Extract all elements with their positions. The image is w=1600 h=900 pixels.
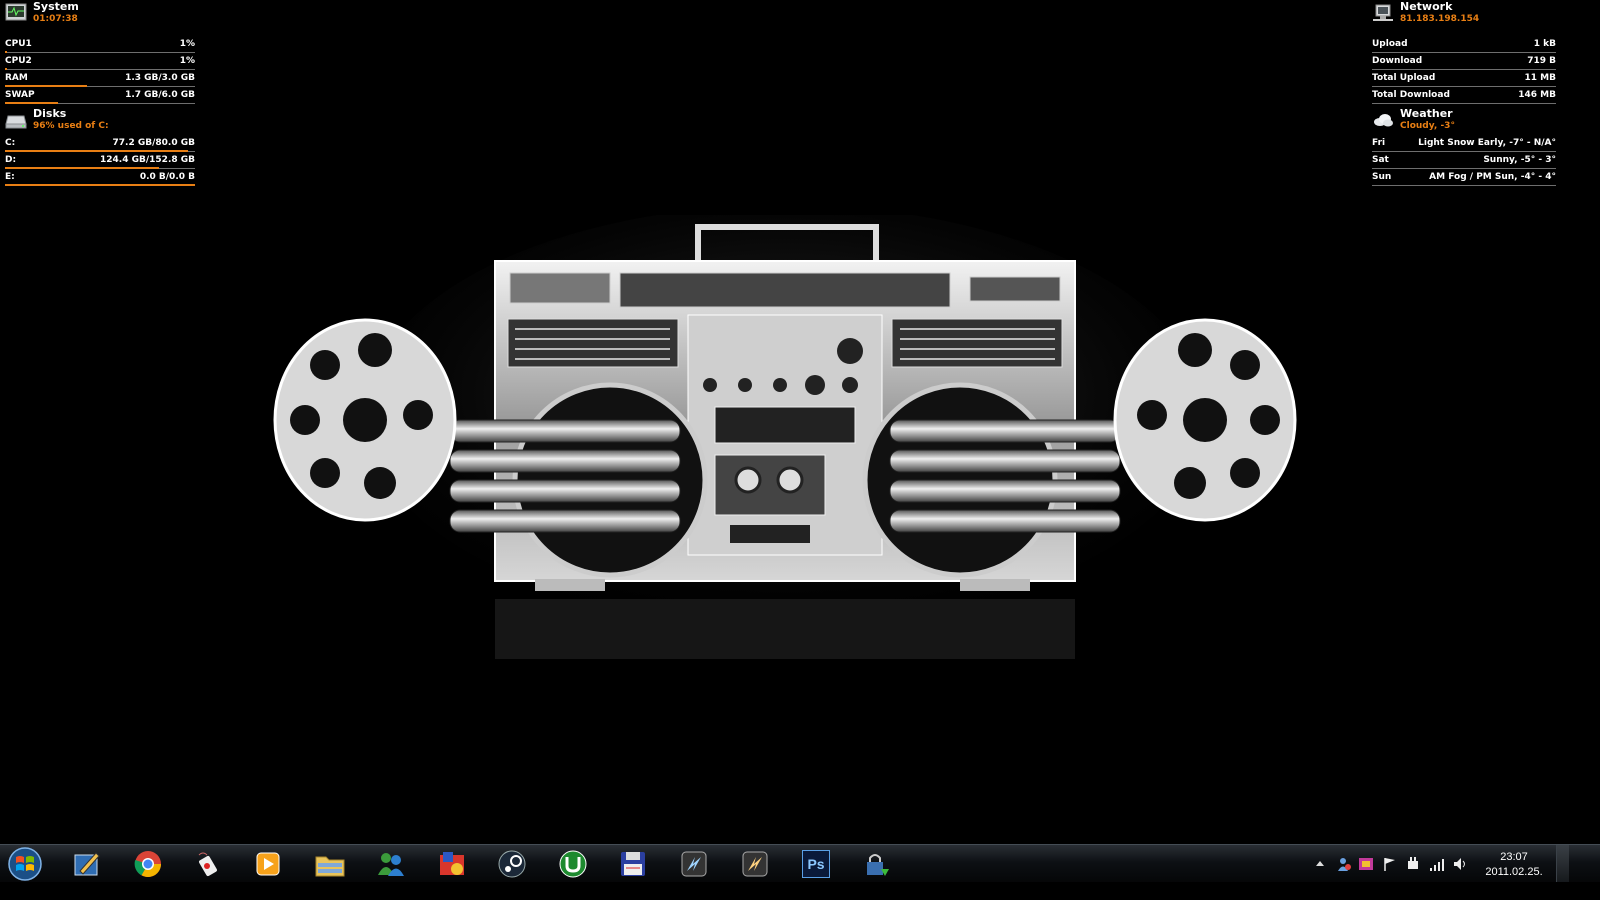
row-label: Upload xyxy=(1372,39,1408,49)
row-label: CPU2 xyxy=(5,56,32,66)
row-label: Sun xyxy=(1372,172,1392,182)
floppy-save-icon[interactable] xyxy=(613,848,653,880)
photoshop-icon-label: Ps xyxy=(802,850,830,878)
row-label: Fri xyxy=(1372,138,1386,148)
network-row-download: Download 719 B xyxy=(1372,53,1556,70)
disks-widget: Disks 96% used of C: C: 77.2 GB/80.0 GB … xyxy=(5,107,195,186)
row-value: 1% xyxy=(179,56,195,66)
divider xyxy=(1372,103,1556,104)
action-center-flag-icon[interactable] xyxy=(1382,856,1398,872)
game-app-icon[interactable] xyxy=(432,848,472,880)
disk-row-d: D: 124.4 GB/152.8 GB xyxy=(5,152,195,169)
boombox-wallpaper xyxy=(273,215,1297,659)
clock[interactable]: 23:07 2011.02.25. xyxy=(1473,850,1555,880)
windows-start-button[interactable] xyxy=(5,846,45,882)
row-label: RAM xyxy=(5,73,28,83)
app-tray-icon[interactable] xyxy=(1358,856,1374,872)
row-value: Sunny, -5° - 3° xyxy=(1483,155,1556,165)
row-label: Sat xyxy=(1372,155,1389,165)
disks-subtitle: 96% used of C: xyxy=(33,121,109,131)
row-label: D: xyxy=(5,155,17,165)
usb-device-icon[interactable] xyxy=(188,848,228,880)
row-value: 124.4 GB/152.8 GB xyxy=(100,155,195,165)
notepad-pen-icon[interactable] xyxy=(67,848,107,880)
media-player-icon[interactable] xyxy=(248,848,288,880)
row-value: 1 kB xyxy=(1533,39,1556,49)
weather-title: Weather xyxy=(1400,107,1453,120)
system-widget: System 01:07:38 CPU1 1% CPU2 1% RAM 1.3 … xyxy=(5,0,195,104)
row-value: 0.0 B/0.0 B xyxy=(139,172,195,182)
network-row-total-download: Total Download 146 MB xyxy=(1372,87,1556,104)
row-value: Light Snow Early, -7° - N/A° xyxy=(1418,138,1556,148)
power-plug-icon[interactable] xyxy=(1405,856,1421,872)
row-label: SWAP xyxy=(5,90,35,100)
row-label: C: xyxy=(5,138,16,148)
usage-bar xyxy=(5,102,59,104)
system-row-cpu1: CPU1 1% xyxy=(5,36,195,53)
chrome-icon[interactable] xyxy=(128,848,168,880)
user-tray-icon[interactable] xyxy=(1336,856,1352,872)
network-widget: Network 81.183.198.154 Upload 1 kB Downl… xyxy=(1372,0,1556,104)
row-value: 1.3 GB/3.0 GB xyxy=(125,73,195,83)
forecast-row-sat: Sat Sunny, -5° - 3° xyxy=(1372,152,1556,169)
system-row-cpu2: CPU2 1% xyxy=(5,53,195,70)
taskbar: Ps 23:07 2011.02.25. xyxy=(0,844,1600,883)
file-explorer-icon[interactable] xyxy=(310,848,350,880)
lock-network-icon[interactable] xyxy=(856,848,896,880)
app-shortcut-icon-2[interactable] xyxy=(735,848,775,880)
network-row-total-upload: Total Upload 11 MB xyxy=(1372,70,1556,87)
photoshop-icon[interactable]: Ps xyxy=(796,848,836,880)
row-value: 1.7 GB/6.0 GB xyxy=(125,90,195,100)
network-computer-icon xyxy=(1373,4,1393,21)
network-signal-icon[interactable] xyxy=(1429,856,1445,872)
system-uptime: 01:07:38 xyxy=(33,14,78,24)
show-hidden-icons-arrow[interactable] xyxy=(1312,856,1328,872)
volume-speaker-icon[interactable] xyxy=(1452,856,1468,872)
row-value: 146 MB xyxy=(1518,90,1556,100)
usage-bar xyxy=(5,184,195,186)
network-row-upload: Upload 1 kB xyxy=(1372,36,1556,53)
system-title: System xyxy=(33,0,79,13)
row-value: 719 B xyxy=(1527,56,1556,66)
row-value: 77.2 GB/80.0 GB xyxy=(112,138,195,148)
disks-title: Disks xyxy=(33,107,67,120)
messenger-icon[interactable] xyxy=(371,848,411,880)
show-desktop-button[interactable] xyxy=(1556,845,1569,883)
row-label: CPU1 xyxy=(5,39,32,49)
system-row-swap: SWAP 1.7 GB/6.0 GB xyxy=(5,87,195,104)
steam-icon[interactable] xyxy=(492,848,532,880)
row-value: 1% xyxy=(179,39,195,49)
row-label: Total Upload xyxy=(1372,73,1436,83)
forecast-row-fri: Fri Light Snow Early, -7° - N/A° xyxy=(1372,135,1556,152)
forecast-row-sun: Sun AM Fog / PM Sun, -4° - 4° xyxy=(1372,169,1556,186)
system-row-ram: RAM 1.3 GB/3.0 GB xyxy=(5,70,195,87)
utorrent-icon[interactable] xyxy=(553,848,593,880)
divider xyxy=(1372,185,1556,186)
row-value: 11 MB xyxy=(1524,73,1556,83)
system-monitor-icon xyxy=(5,3,27,21)
clock-date: 2011.02.25. xyxy=(1485,866,1543,878)
disk-row-c: C: 77.2 GB/80.0 GB xyxy=(5,135,195,152)
row-label: Total Download xyxy=(1372,90,1450,100)
row-value: AM Fog / PM Sun, -4° - 4° xyxy=(1429,172,1556,182)
network-title: Network xyxy=(1400,0,1453,13)
row-label: E: xyxy=(5,172,15,182)
weather-widget: Weather Cloudy, -3° Fri Light Snow Early… xyxy=(1372,107,1556,186)
app-shortcut-icon-1[interactable] xyxy=(674,848,714,880)
row-label: Download xyxy=(1372,56,1423,66)
screen-bottom-edge xyxy=(0,882,1600,900)
disk-row-e: E: 0.0 B/0.0 B xyxy=(5,169,195,186)
clock-time: 23:07 xyxy=(1500,851,1528,863)
weather-current: Cloudy, -3° xyxy=(1400,121,1455,131)
cloud-icon xyxy=(1374,114,1393,127)
hard-drive-icon xyxy=(5,115,27,129)
network-ip: 81.183.198.154 xyxy=(1400,14,1480,24)
